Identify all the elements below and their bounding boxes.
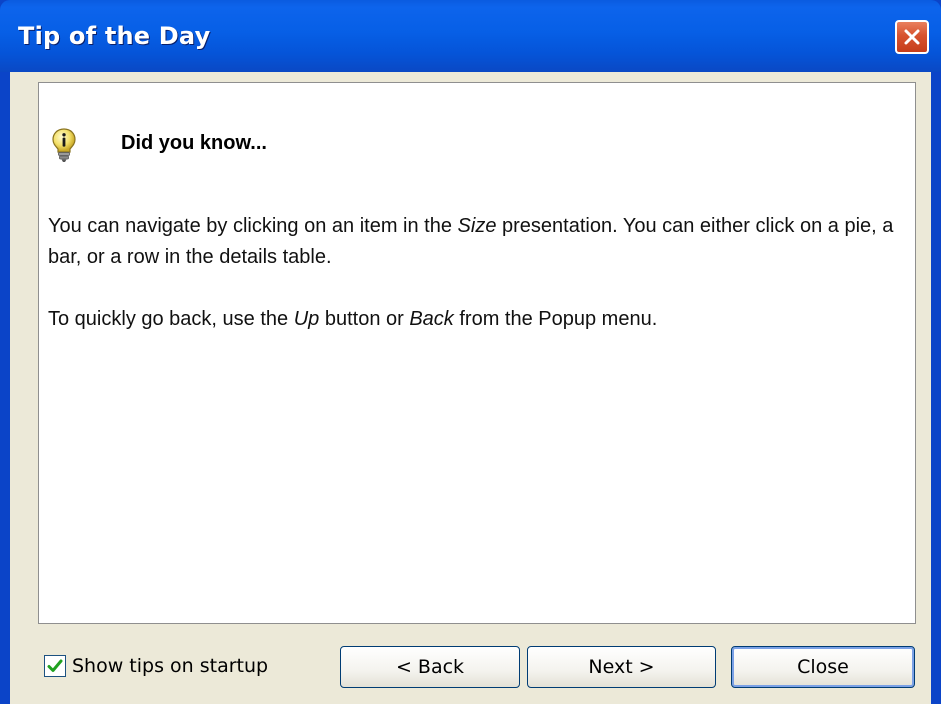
tip-text-segment: button or	[319, 308, 410, 330]
dialog-body: Did you know... You can navigate by clic…	[10, 72, 931, 704]
next-button[interactable]: Next >	[527, 646, 716, 688]
close-button[interactable]: Close	[731, 646, 915, 688]
tip-emphasis-back: Back	[409, 308, 454, 330]
tip-emphasis-up: Up	[293, 308, 320, 330]
tip-content-panel: Did you know... You can navigate by clic…	[38, 82, 916, 624]
checkmark-icon	[47, 659, 63, 672]
tip-text: You can navigate by clicking on an item …	[48, 211, 906, 335]
tip-text-segment: To quickly go back, use the	[48, 308, 294, 330]
tip-emphasis-size: Size	[457, 215, 497, 237]
back-button[interactable]: < Back	[340, 646, 520, 688]
tip-heading: Did you know...	[121, 132, 267, 154]
title-bar[interactable]: Tip of the Day	[0, 0, 941, 72]
tip-text-segment: You can navigate by clicking on an item …	[48, 215, 458, 237]
window-close-button[interactable]	[895, 20, 929, 54]
lightbulb-info-icon	[52, 128, 76, 162]
show-tips-label[interactable]: Show tips on startup	[72, 655, 268, 677]
tip-paragraph-2: To quickly go back, use the Up button or…	[48, 304, 906, 335]
tip-paragraph-1: You can navigate by clicking on an item …	[48, 211, 906, 273]
tip-text-segment: from the Popup menu.	[453, 308, 658, 330]
tip-of-the-day-dialog: Tip of the Day Did you know... You can n…	[0, 0, 941, 704]
show-tips-checkbox-row[interactable]: Show tips on startup	[44, 652, 268, 680]
show-tips-checkbox[interactable]	[44, 655, 66, 677]
close-x-icon	[904, 29, 920, 45]
window-title: Tip of the Day	[18, 22, 211, 50]
